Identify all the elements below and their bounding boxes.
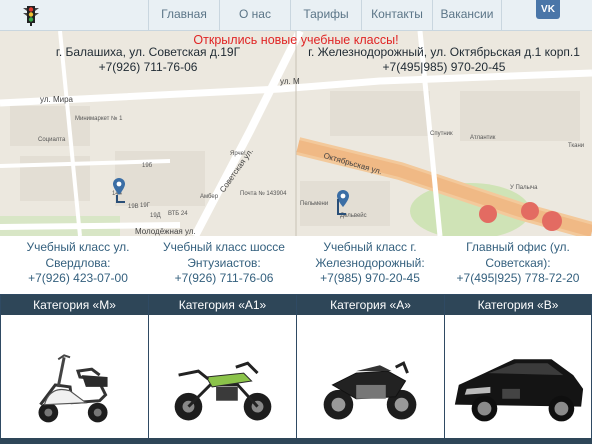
dirt-bike-image bbox=[174, 361, 272, 421]
address-line: г. Железнодорожный, ул. Октябрьская д.1 … bbox=[308, 45, 580, 59]
poi-label: Пельмени bbox=[300, 201, 329, 207]
address-phone: +7(926) 711-76-06 bbox=[98, 60, 198, 74]
address-block-balashikha: г. Балашиха, ул. Советская д.19Г +7(926)… bbox=[28, 45, 268, 75]
poi-label: Минимаркет № 1 bbox=[75, 116, 123, 122]
class-title: Учебный класс ул. bbox=[26, 240, 130, 254]
address-phone: +7(495|985) 970-20-45 bbox=[382, 60, 506, 74]
poi-label: Атлантик bbox=[470, 135, 496, 141]
poi-label: Социалта bbox=[38, 137, 66, 143]
class-location: Учебный класс ул. Свердлова: +7(926) 423… bbox=[4, 240, 152, 287]
poi-label: Ярче! bbox=[230, 151, 246, 157]
location-pin-icon[interactable] bbox=[336, 189, 350, 215]
house-number: 19Д bbox=[150, 213, 161, 219]
classes-row: Учебный класс ул. Свердлова: +7(926) 423… bbox=[0, 236, 592, 294]
category-card-m[interactable]: Категория «М» bbox=[0, 294, 149, 444]
top-navigation: Главная О нас Тарифы Контакты Вакансии V… bbox=[0, 0, 592, 31]
footer-bar bbox=[0, 438, 592, 444]
poi-label: Спутник bbox=[430, 131, 453, 137]
poi-label: Амбер bbox=[200, 194, 219, 200]
nav-item-contacts[interactable]: Контакты bbox=[361, 0, 432, 30]
car-image bbox=[454, 359, 584, 422]
motorcycle-image bbox=[323, 361, 417, 420]
category-title[interactable]: Категория «В» bbox=[445, 295, 591, 315]
scooter-image bbox=[38, 354, 108, 423]
house-number: 19В bbox=[128, 204, 139, 210]
category-card-a1[interactable]: Категория «А1» bbox=[148, 294, 297, 444]
class-location: Учебный класс г. Железнодорожный: +7(985… bbox=[296, 240, 444, 287]
category-title[interactable]: Категория «А» bbox=[297, 295, 444, 315]
class-phone[interactable]: +7(985) 970-20-45 bbox=[296, 271, 444, 287]
poi-label: Почта № 143904 bbox=[240, 191, 287, 197]
nav-item-tariffs[interactable]: Тарифы bbox=[290, 0, 361, 30]
class-subtitle: Энтузиастов: bbox=[187, 255, 261, 270]
location-pin-icon[interactable] bbox=[112, 177, 126, 203]
poi-label: ВТБ 24 bbox=[168, 211, 188, 217]
class-subtitle: Железнодорожный: bbox=[315, 255, 425, 270]
address-block-zheleznodorozhny: г. Железнодорожный, ул. Октябрьская д.1 … bbox=[296, 45, 592, 75]
vk-icon[interactable]: VK bbox=[536, 0, 560, 19]
class-phone[interactable]: +7(926) 423-07-00 bbox=[4, 271, 152, 287]
class-title: Учебный класс шоссе bbox=[163, 240, 285, 254]
street-label: Молодёжная ул. bbox=[135, 227, 196, 236]
class-phone[interactable]: +7(926) 711-76-06 bbox=[152, 271, 296, 287]
address-line: г. Балашиха, ул. Советская д.19Г bbox=[55, 45, 241, 59]
poi-label: У Палыча bbox=[510, 185, 538, 191]
house-number: 19Г bbox=[140, 203, 150, 209]
nav-item-about[interactable]: О нас bbox=[219, 0, 290, 30]
class-location: Главный офис (ул. Советская): +7(495|925… bbox=[444, 240, 592, 287]
class-subtitle: Советская): bbox=[485, 255, 551, 270]
street-label: ул. М bbox=[280, 77, 300, 86]
category-card-a[interactable]: Категория «А» bbox=[296, 294, 445, 444]
class-title: Учебный класс г. bbox=[323, 240, 417, 254]
poi-label: Ткани bbox=[568, 143, 585, 149]
class-location: Учебный класс шоссе Энтузиастов: +7(926)… bbox=[152, 240, 296, 287]
nav-item-home[interactable]: Главная bbox=[148, 0, 219, 30]
category-title[interactable]: Категория «А1» bbox=[149, 295, 296, 315]
street-label: ул. Мира bbox=[40, 95, 73, 104]
traffic-light-logo-icon[interactable] bbox=[20, 4, 42, 26]
category-card-b[interactable]: Категория «В» bbox=[444, 294, 592, 444]
house-number: 19б bbox=[142, 163, 153, 169]
category-title[interactable]: Категория «М» bbox=[1, 295, 148, 315]
nav-item-vacancies[interactable]: Вакансии bbox=[432, 0, 502, 30]
categories-row: Категория «М» Категория «А1» Категория «… bbox=[0, 294, 592, 444]
class-title: Главный офис (ул. bbox=[466, 240, 570, 254]
class-phone[interactable]: +7(495|925) 778-72-20 bbox=[444, 271, 592, 287]
class-subtitle: Свердлова: bbox=[45, 255, 111, 270]
